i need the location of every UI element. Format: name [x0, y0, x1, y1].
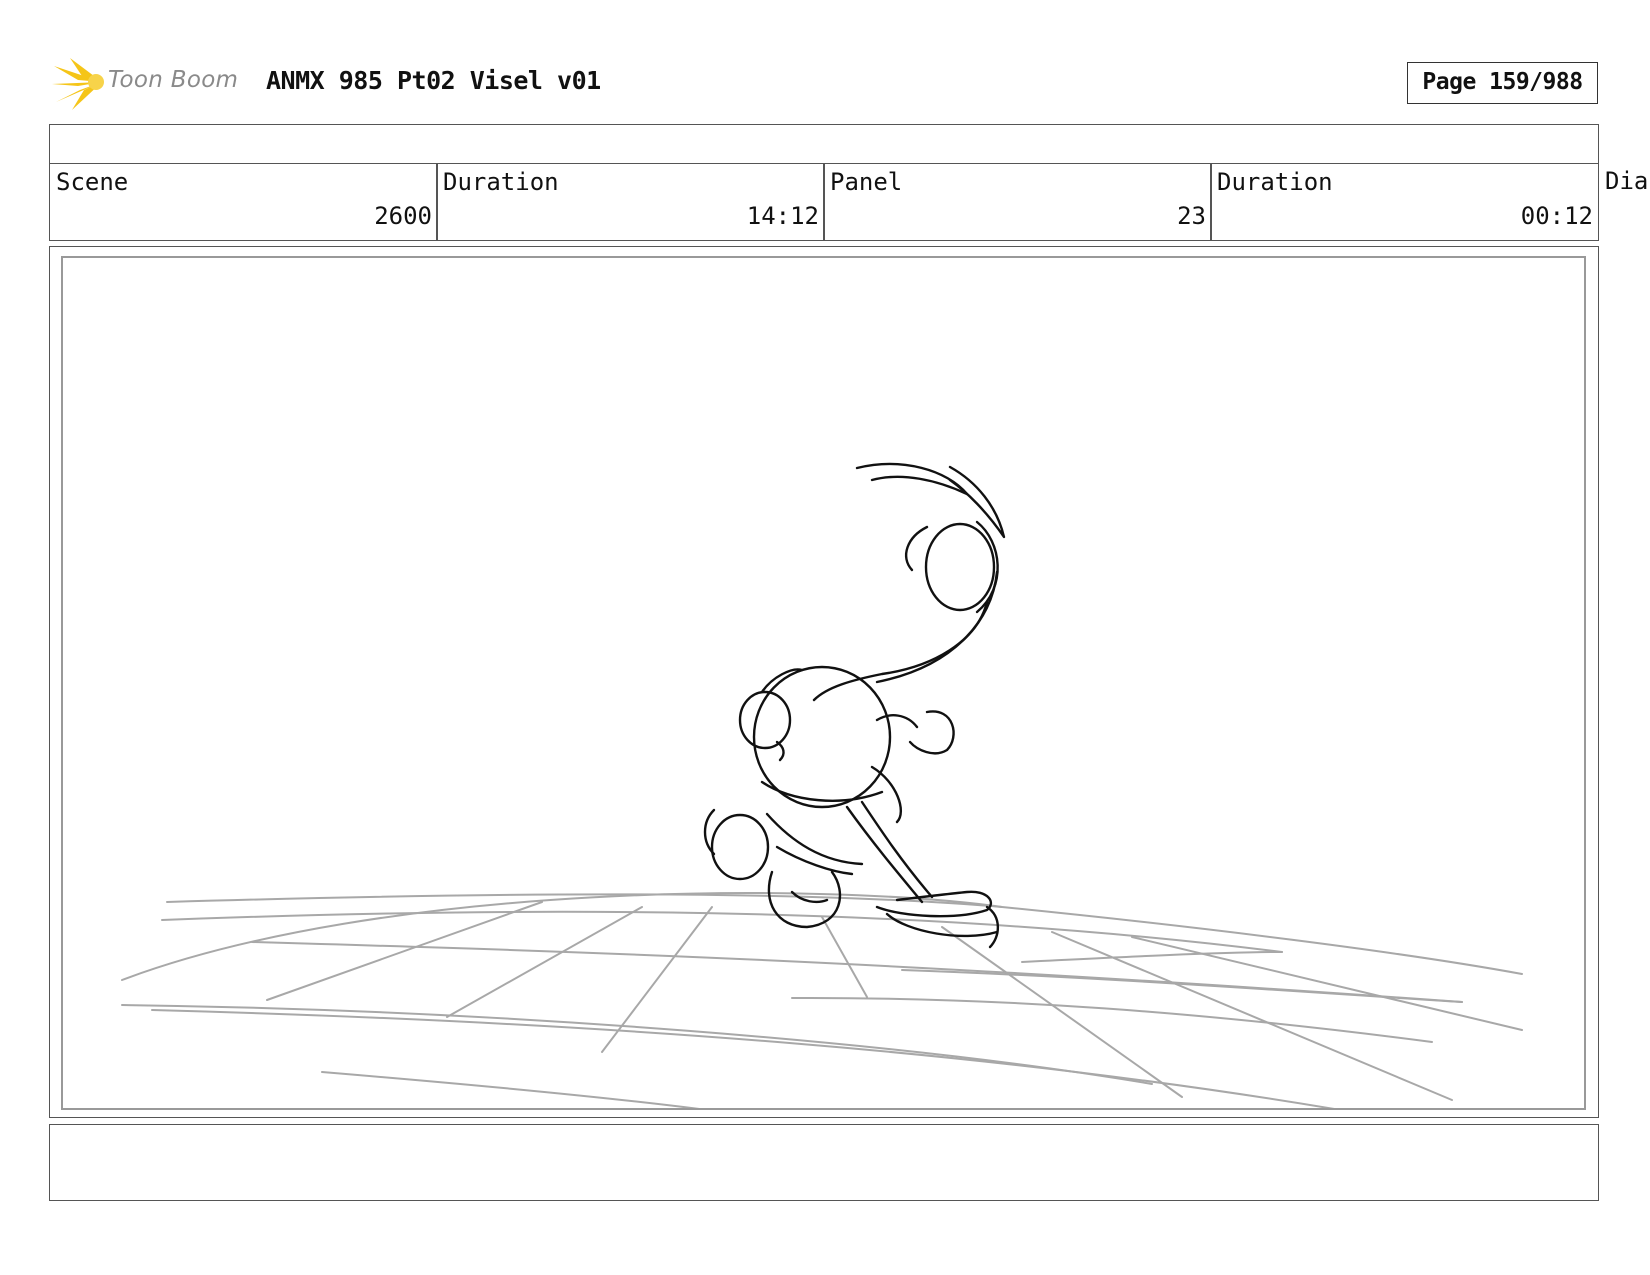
- scene-duration-value: 14:12: [746, 202, 819, 230]
- scene-label: Scene: [56, 168, 129, 196]
- scene-value: 2600: [374, 202, 432, 230]
- notes-box: [49, 1124, 1599, 1201]
- dialog-label-partial: Dia: [1605, 167, 1649, 195]
- scene-duration-label: Duration: [443, 168, 559, 196]
- logo-text: Toon Boom: [108, 67, 239, 93]
- toon-boom-logo: Toon Boom: [52, 56, 252, 112]
- floor-grid-sketch: [121, 892, 1523, 1108]
- panel-label: Panel: [830, 168, 903, 196]
- panel-duration-value: 00:12: [1520, 202, 1593, 230]
- sketch-drawing: [121, 462, 1523, 1108]
- panel-value: 23: [1177, 202, 1206, 230]
- scene-cell: Scene 2600: [49, 163, 438, 241]
- panel-cell: Panel 23: [823, 163, 1212, 241]
- toon-boom-star-icon: [52, 58, 104, 110]
- storyboard-panel: [61, 256, 1586, 1110]
- character-sketch: [703, 462, 1006, 949]
- header-blank-row: [49, 124, 1599, 164]
- page-indicator: Page 159/988: [1407, 62, 1598, 104]
- panel-duration-label: Duration: [1217, 168, 1333, 196]
- project-title: ANMX 985 Pt02 Visel v01: [266, 66, 601, 95]
- scene-duration-cell: Duration 14:12: [436, 163, 825, 241]
- panel-duration-cell: Duration 00:12: [1210, 163, 1599, 241]
